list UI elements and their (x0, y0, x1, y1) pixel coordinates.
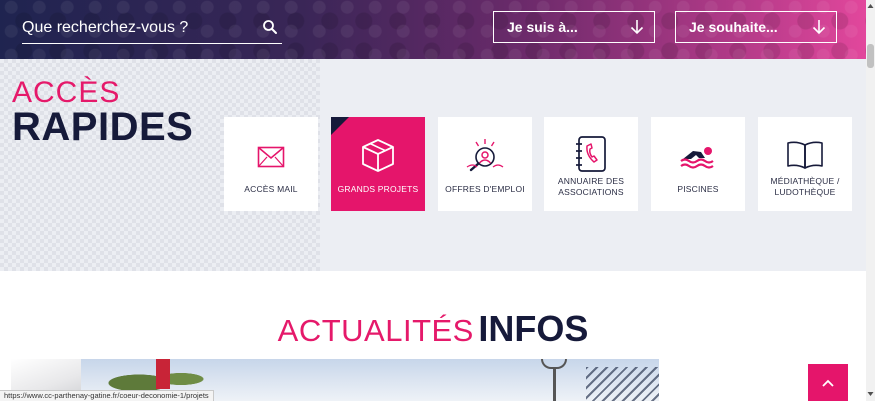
tile-grands-projets[interactable]: GRANDS PROJETS (331, 117, 425, 211)
arrow-down-icon (630, 20, 644, 35)
tile-label: OFFRES D'EMPLOI (445, 184, 525, 194)
mail-icon (257, 146, 285, 168)
je-suis-label: Je suis à... (507, 19, 578, 35)
tile-label: ANNUAIRE DES ASSOCIATIONS (557, 176, 625, 197)
site-header: Je suis à... Je souhaite... (0, 0, 866, 59)
tile-corner-fold (331, 117, 349, 135)
tile-mediatheque[interactable]: MÉDIATHÈQUE / LUDOTHÈQUE (758, 117, 852, 211)
tile-acces-mail[interactable]: ACCÈS MAIL (224, 117, 318, 211)
chevron-up-icon (822, 379, 834, 387)
address-book-icon (576, 136, 606, 172)
tile-piscines[interactable]: PISCINES (651, 117, 745, 211)
search-input[interactable] (22, 15, 252, 41)
scrollbar-thumb[interactable] (867, 44, 874, 68)
quick-access-title: ACCÈS RAPIDES (12, 76, 194, 149)
news-title-bold: INFOS (478, 308, 589, 349)
je-suis-dropdown[interactable]: Je suis à... (493, 11, 655, 43)
book-icon (787, 141, 823, 169)
tile-label: MÉDIATHÈQUE / LUDOTHÈQUE (770, 176, 840, 197)
arrow-down-icon (812, 20, 826, 35)
je-souhaite-label: Je souhaite... (689, 19, 778, 35)
image-lamp-pole (553, 369, 556, 401)
job-search-icon (466, 139, 504, 172)
search-bar (22, 13, 282, 44)
scroll-up-arrow-icon[interactable] (866, 2, 875, 10)
vertical-scrollbar[interactable] (866, 0, 875, 401)
search-icon[interactable] (262, 19, 278, 35)
news-section-title: ACTUALITÉS INFOS (0, 308, 866, 350)
swimmer-icon (680, 147, 714, 169)
tile-label: ACCÈS MAIL (244, 184, 298, 194)
image-metal-structure (586, 367, 659, 401)
news-title-light: ACTUALITÉS (277, 313, 474, 348)
quick-access-title-light: ACCÈS (12, 76, 121, 109)
back-to-top-button[interactable] (808, 364, 848, 401)
tile-offres-emploi[interactable]: OFFRES D'EMPLOI (438, 117, 532, 211)
tile-label: PISCINES (677, 184, 719, 194)
scroll-down-arrow-icon[interactable] (866, 390, 875, 398)
tile-label: GRANDS PROJETS (337, 184, 419, 194)
tile-annuaire-associations[interactable]: ANNUAIRE DES ASSOCIATIONS (544, 117, 638, 211)
box-icon (362, 139, 394, 172)
status-bar-url: https://www.cc-parthenay-gatine.fr/coeur… (0, 390, 214, 401)
image-street-lamp (541, 359, 567, 369)
image-red-banner (156, 359, 170, 389)
quick-access-title-bold: RAPIDES (12, 105, 194, 149)
je-souhaite-dropdown[interactable]: Je souhaite... (675, 11, 837, 43)
